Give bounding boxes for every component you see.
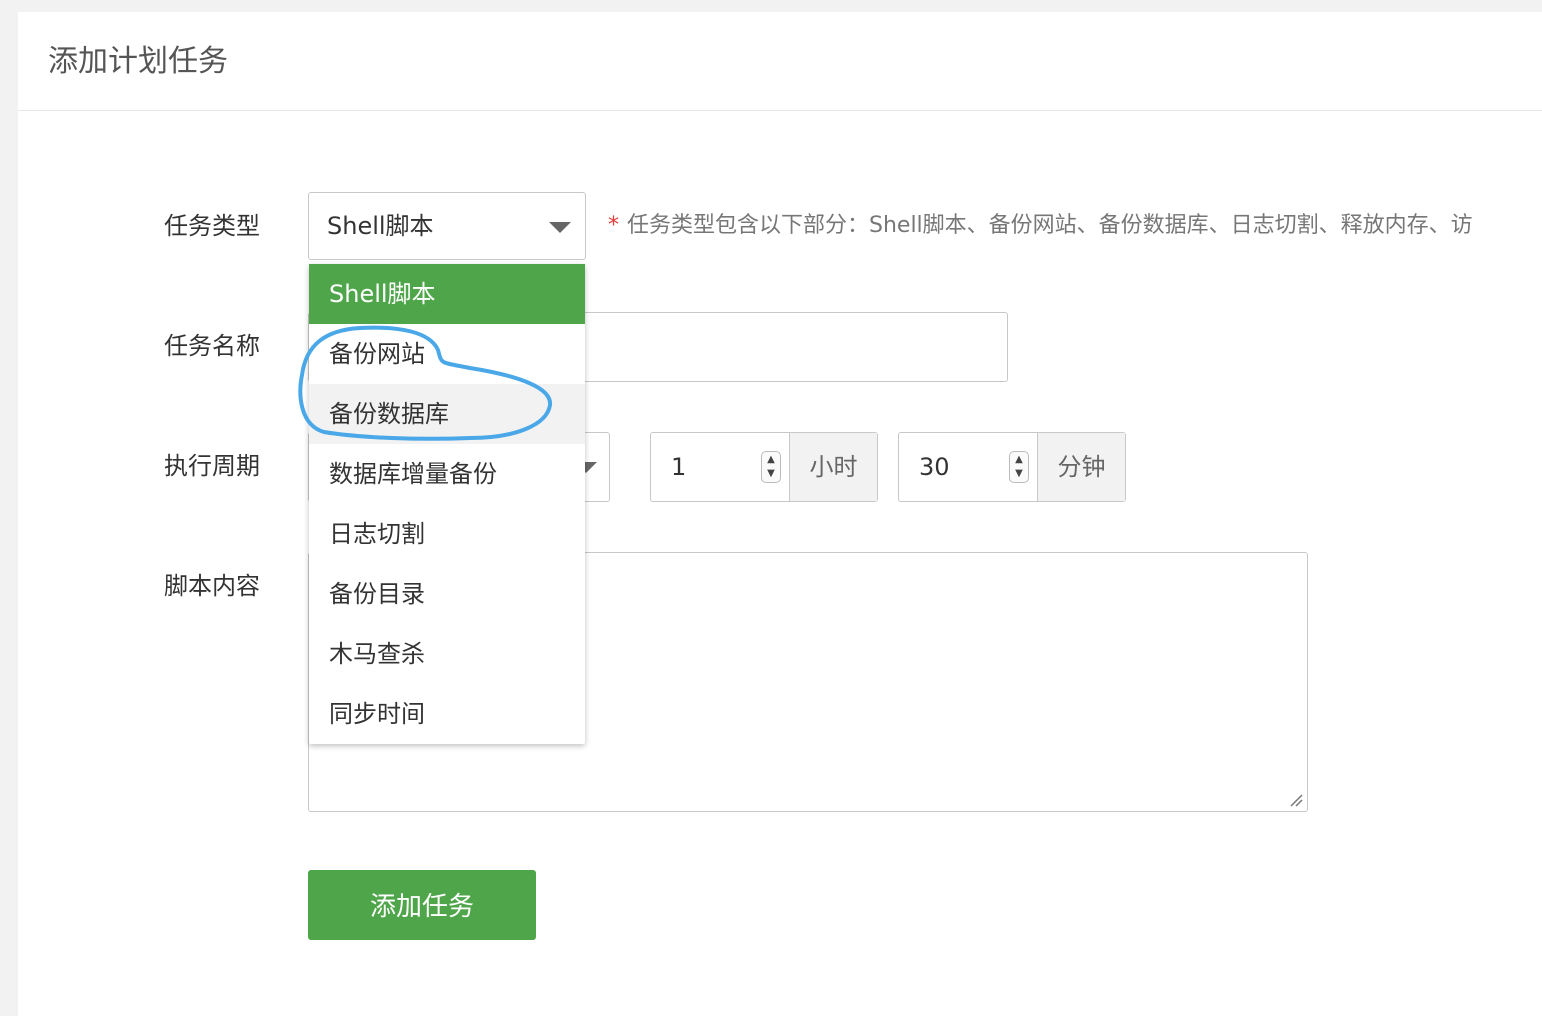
dropdown-option-sync-time[interactable]: 同步时间	[309, 684, 585, 744]
dropdown-option-log-rotate[interactable]: 日志切割	[309, 504, 585, 564]
task-type-hint: * 任务类型包含以下部分：Shell脚本、备份网站、备份数据库、日志切割、释放内存…	[608, 210, 1542, 242]
task-type-dropdown: Shell脚本 备份网站 备份数据库 数据库增量备份 日志切割 备份目录 木马查…	[309, 264, 585, 744]
caret-down-icon	[549, 222, 571, 233]
hours-input-group: 1 ▲ ▼ 小时	[650, 432, 878, 502]
task-name-label: 任务名称	[164, 332, 260, 360]
task-type-select[interactable]: Shell脚本	[308, 192, 586, 260]
minutes-input[interactable]: 30	[919, 451, 950, 483]
resize-grip-icon[interactable]	[1289, 793, 1303, 807]
task-type-selected-value: Shell脚本	[327, 212, 434, 240]
hours-input[interactable]: 1	[671, 451, 686, 483]
cycle-label: 执行周期	[164, 452, 260, 480]
required-star: *	[608, 213, 619, 238]
add-task-button[interactable]: 添加任务	[308, 870, 536, 940]
minutes-unit: 分钟	[1037, 433, 1125, 501]
page-title: 添加计划任务	[48, 44, 228, 79]
dropdown-option-backup-database[interactable]: 备份数据库	[309, 384, 585, 444]
dropdown-option-trojan-scan[interactable]: 木马查杀	[309, 624, 585, 684]
script-label: 脚本内容	[164, 572, 260, 600]
task-type-hint-text: 任务类型包含以下部分：Shell脚本、备份网站、备份数据库、日志切割、释放内存、…	[627, 213, 1473, 238]
spinner-arrows-icon[interactable]: ▲ ▼	[761, 451, 781, 483]
dropdown-option-incremental-backup[interactable]: 数据库增量备份	[309, 444, 585, 504]
add-task-panel: 添加计划任务 任务类型 Shell脚本 * 任务类型包含以下部分：Shell脚本、…	[18, 12, 1542, 1016]
minutes-input-group: 30 ▲ ▼ 分钟	[898, 432, 1126, 502]
task-type-label: 任务类型	[164, 212, 260, 240]
panel-header: 添加计划任务	[18, 12, 1542, 111]
dropdown-option-backup-directory[interactable]: 备份目录	[309, 564, 585, 624]
dropdown-option-backup-site[interactable]: 备份网站	[309, 324, 585, 384]
dropdown-option-shell[interactable]: Shell脚本	[309, 264, 585, 324]
spinner-arrows-icon[interactable]: ▲ ▼	[1009, 451, 1029, 483]
hours-unit: 小时	[789, 433, 877, 501]
